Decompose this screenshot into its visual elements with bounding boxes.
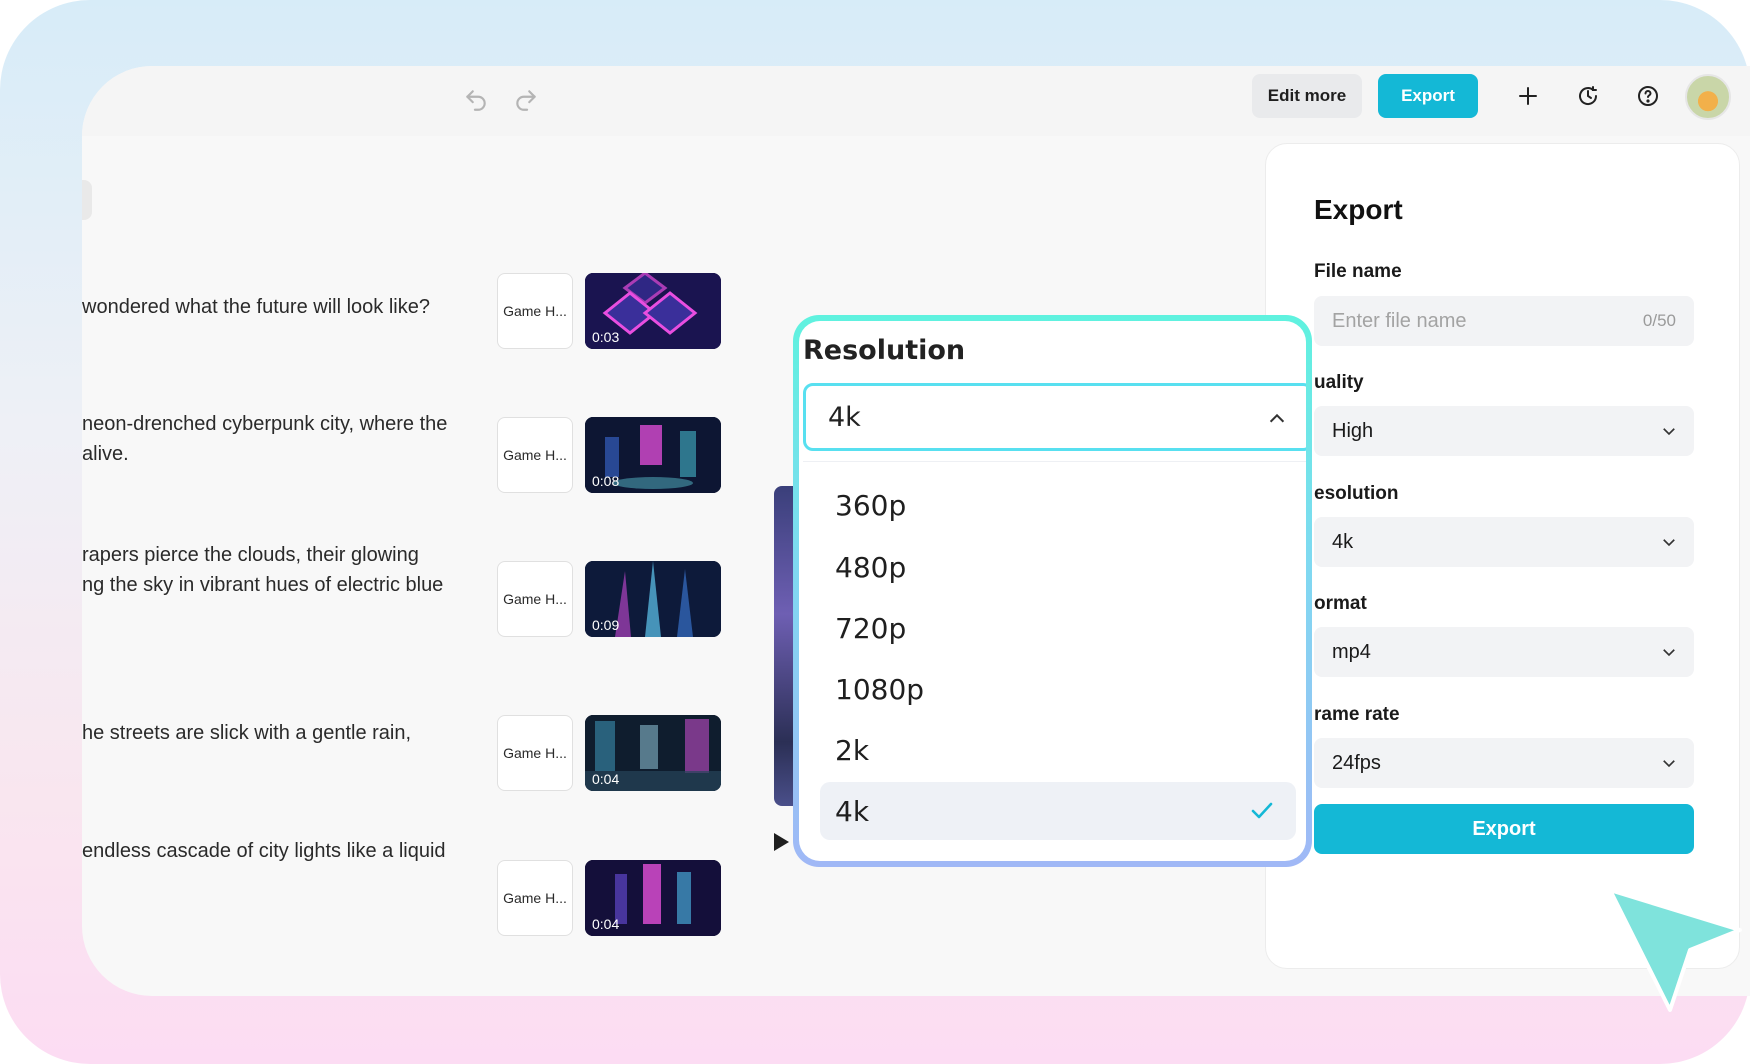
- resolution-option-4k[interactable]: 4k: [820, 782, 1296, 840]
- scene-thumbnail-1[interactable]: 0:03: [585, 273, 721, 349]
- quality-select[interactable]: High: [1314, 406, 1694, 456]
- edit-more-button[interactable]: Edit more: [1252, 74, 1362, 118]
- export-button[interactable]: Export: [1314, 804, 1694, 854]
- scene-duration-2: 0:08: [592, 473, 620, 489]
- frame-rate-value: 24fps: [1332, 751, 1381, 774]
- scene-text-4[interactable]: he streets are slick with a gentle rain,: [82, 718, 552, 748]
- file-name-counter: 0/50: [1642, 311, 1676, 330]
- side-panel-handle[interactable]: [82, 180, 92, 220]
- scene-text-1[interactable]: wondered what the future will look like?: [82, 292, 552, 322]
- scene-tag-2[interactable]: Game H...: [497, 417, 573, 493]
- scene-tag-4[interactable]: Game H...: [497, 715, 573, 791]
- play-icon[interactable]: [772, 832, 790, 852]
- export-panel: Export File name 0/50 uality High esolut…: [1265, 143, 1740, 969]
- scene-duration-4: 0:04: [592, 771, 620, 787]
- format-value: mp4: [1332, 640, 1371, 663]
- resolution-option-480p[interactable]: 480p: [820, 538, 1296, 596]
- user-avatar[interactable]: [1685, 74, 1731, 120]
- frame-rate-select[interactable]: 24fps: [1314, 738, 1694, 788]
- top-toolbar: Edit more Export: [82, 66, 1750, 136]
- format-label: ormat: [1314, 593, 1367, 614]
- scene-thumbnail-3[interactable]: 0:09: [585, 561, 721, 637]
- chevron-up-icon[interactable]: [1266, 408, 1288, 430]
- file-name-input[interactable]: [1332, 309, 1633, 333]
- resolution-option-4k-label: 4k: [835, 794, 870, 828]
- scene-duration-5: 0:04: [592, 916, 620, 932]
- scene-text-3[interactable]: rapers pierce the clouds, their glowing …: [82, 540, 552, 600]
- chevron-down-icon: [1663, 649, 1675, 657]
- chevron-down-icon: [1663, 760, 1675, 768]
- resolution-selected-value: 4k: [828, 401, 861, 433]
- scene-text-2[interactable]: neon-drenched cyberpunk city, where the …: [82, 409, 552, 469]
- export-top-button[interactable]: Export: [1378, 74, 1478, 118]
- frame-rate-label: rame rate: [1314, 704, 1400, 725]
- scene-duration-3: 0:09: [592, 617, 620, 633]
- chevron-down-icon: [1663, 428, 1675, 436]
- file-name-field[interactable]: 0/50: [1314, 296, 1694, 346]
- plus-icon[interactable]: [1510, 78, 1546, 114]
- resolution-option-1080p[interactable]: 1080p: [820, 660, 1296, 718]
- resolution-label: esolution: [1314, 483, 1399, 504]
- resolution-option-360p[interactable]: 360p: [820, 476, 1296, 534]
- resolution-option-2k[interactable]: 2k: [820, 721, 1296, 779]
- clock-icon[interactable]: [1570, 78, 1606, 114]
- chevron-down-icon: [1663, 539, 1675, 547]
- resolution-dropdown-title: Resolution: [803, 335, 966, 366]
- check-icon: [1251, 802, 1273, 819]
- scene-text-5[interactable]: endless cascade of city lights like a li…: [82, 836, 552, 866]
- format-select[interactable]: mp4: [1314, 627, 1694, 677]
- resolution-value: 4k: [1332, 530, 1354, 553]
- scene-duration-1: 0:03: [592, 329, 620, 345]
- scene-tag-3[interactable]: Game H...: [497, 561, 573, 637]
- scene-tag-5[interactable]: Game H...: [497, 860, 573, 936]
- scene-thumbnail-5[interactable]: 0:04: [585, 860, 721, 936]
- resolution-dropdown-select[interactable]: 4k: [803, 383, 1306, 451]
- resolution-option-720p[interactable]: 720p: [820, 599, 1296, 657]
- quality-value: High: [1332, 419, 1374, 442]
- undo-icon[interactable]: [458, 82, 494, 118]
- quality-label: uality: [1314, 372, 1364, 393]
- resolution-dropdown-body: Resolution 4k 360p 480p 720p 1080p 2k 4k: [799, 321, 1306, 861]
- resolution-options-list: 360p 480p 720p 1080p 2k 4k: [803, 461, 1306, 861]
- scene-tag-1[interactable]: Game H...: [497, 273, 573, 349]
- file-name-label: File name: [1314, 261, 1402, 282]
- resolution-dropdown: Resolution 4k 360p 480p 720p 1080p 2k 4k: [793, 315, 1312, 867]
- redo-icon[interactable]: [508, 82, 544, 118]
- export-panel-title: Export: [1314, 194, 1403, 225]
- cursor-pointer-icon: [1610, 890, 1742, 1012]
- scene-thumbnail-4[interactable]: 0:04: [585, 715, 721, 791]
- help-icon[interactable]: [1630, 78, 1666, 114]
- scene-thumbnail-2[interactable]: 0:08: [585, 417, 721, 493]
- resolution-select[interactable]: 4k: [1314, 517, 1694, 567]
